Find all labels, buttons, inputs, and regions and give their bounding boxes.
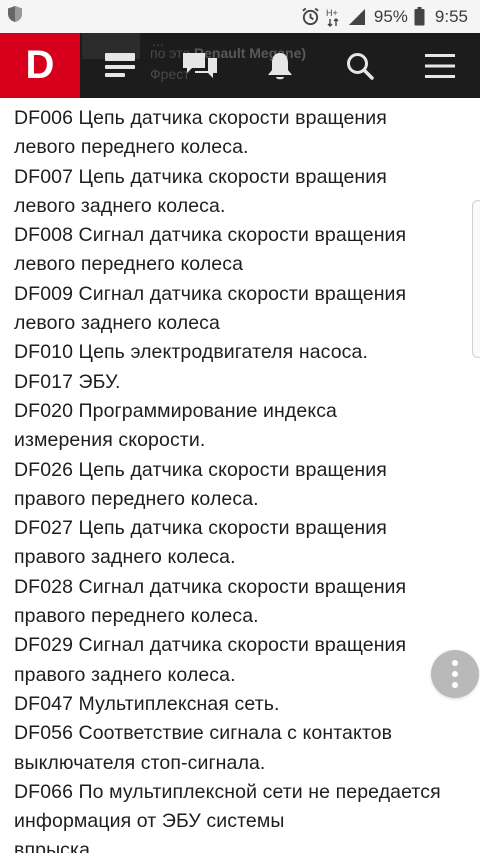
text-line: DF047 Мультиплексная сеть. (14, 692, 280, 715)
text-line: DF007 Цепь датчика скорости вращения (14, 165, 387, 188)
text-line: DF026 Цепь датчика скорости вращения (14, 458, 387, 481)
signal-icon (348, 8, 366, 26)
bell-icon[interactable] (260, 46, 300, 86)
status-bar: H+ 95% 9:55 (0, 0, 480, 33)
svg-text:H+: H+ (326, 8, 338, 18)
text-line: DF020 Программирование индекса (14, 399, 337, 422)
text-line: впрыска. (14, 839, 96, 853)
fab-dot (452, 660, 458, 666)
drive2-logo[interactable]: D (0, 33, 80, 98)
network-type-icon: H+ (326, 7, 342, 27)
fab-dot (452, 671, 458, 677)
status-left (7, 5, 23, 28)
status-time: 9:55 (434, 6, 468, 26)
edge-panel-handle[interactable] (472, 200, 480, 358)
text-line: измерения скорости. (14, 429, 206, 452)
text-line: DF029 Сигнал датчика скорости вращения (14, 634, 407, 657)
nav-icons (80, 33, 480, 98)
screen: H+ 95% 9:55 D ... по это Renault Megane)… (0, 0, 480, 853)
search-icon[interactable] (340, 46, 380, 86)
text-line: DF066 По мультиплексной сети не передает… (14, 780, 441, 803)
alarm-icon (301, 7, 320, 26)
text-line: информация от ЭБУ системы (14, 810, 285, 833)
text-line: правого заднего колеса. (14, 546, 236, 569)
text-line: левого переднего колеса (14, 253, 244, 276)
text-line: DF028 Сигнал датчика скорости вращения (14, 575, 407, 598)
text-line: DF008 Сигнал датчика скорости вращения (14, 224, 407, 247)
text-line: DF056 Соответствие сигнала с контактов (14, 722, 393, 745)
text-line: левого заднего колеса (14, 312, 220, 335)
text-line: DF027 Цепь датчика скорости вращения (14, 517, 387, 540)
text-line: DF010 Цепь электродвигателя насоса. (14, 341, 368, 364)
text-line: DF017 ЭБУ. (14, 370, 121, 393)
text-line: выключателя стоп-сигнала. (14, 751, 266, 774)
menu-icon[interactable] (420, 46, 460, 86)
article-body: DF006 Цепь датчика скорости вращения лев… (14, 104, 454, 853)
text-line: DF006 Цепь датчика скорости вращения (14, 107, 387, 129)
text-line: DF009 Сигнал датчика скорости вращения (14, 282, 407, 305)
top-navbar: D ... по это Renault Megane) Фрест (0, 33, 480, 98)
shield-icon (7, 5, 23, 28)
more-vertical-icon[interactable] (431, 650, 479, 698)
fab-dot (452, 682, 458, 688)
text-line: правого переднего колеса. (14, 605, 259, 628)
text-line: правого заднего колеса. (14, 663, 236, 686)
status-right: H+ 95% 9:55 (301, 7, 468, 27)
text-line: правого переднего колеса. (14, 487, 259, 510)
text-line: левого переднего колеса. (14, 136, 249, 159)
text-line: левого заднего колеса. (14, 194, 226, 217)
battery-icon (414, 7, 425, 26)
chat-icon[interactable] (180, 46, 220, 86)
battery-percent: 95% (373, 6, 408, 26)
feed-icon[interactable] (100, 46, 140, 86)
